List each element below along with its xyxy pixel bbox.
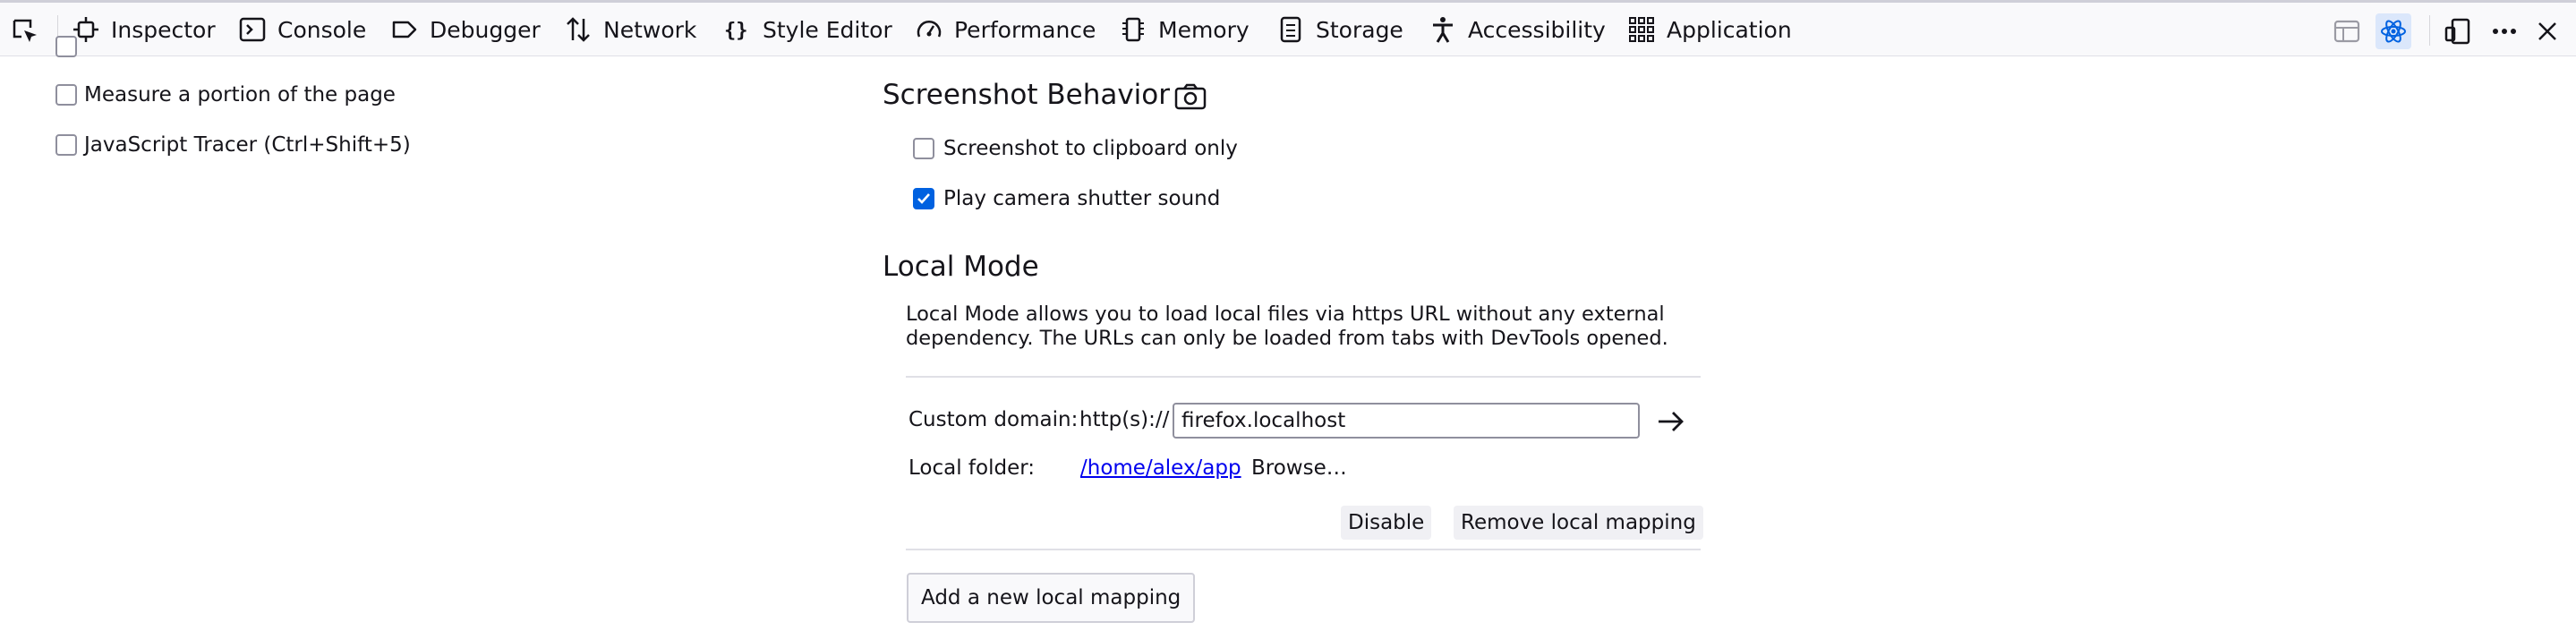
checkmark-icon <box>917 193 930 204</box>
tab-performance[interactable]: Performance <box>915 3 1096 56</box>
tab-memory[interactable]: Memory <box>1119 3 1250 56</box>
tab-label: Memory <box>1158 16 1250 43</box>
tab-network[interactable]: Network <box>564 3 696 56</box>
more-options-button[interactable] <box>2486 13 2522 49</box>
scroll-mask <box>0 57 806 58</box>
local-folder-label: Local folder: <box>908 456 1036 480</box>
measure-label: Measure a portion of the page <box>84 83 396 106</box>
storage-icon <box>1280 16 1301 43</box>
devtools-toolbar: Inspector Console Debugger Network {} St… <box>0 3 2576 56</box>
tab-label: Performance <box>954 16 1096 43</box>
split-console-icon <box>2333 20 2360 43</box>
js-tracer-checkbox[interactable] <box>55 134 77 156</box>
tab-style-editor[interactable]: {} Style Editor <box>723 3 892 56</box>
remove-local-mapping-button[interactable]: Remove local mapping <box>1454 506 1703 540</box>
tab-label: Style Editor <box>763 16 892 43</box>
close-icon <box>2538 22 2556 40</box>
tab-storage[interactable]: Storage <box>1276 3 1403 56</box>
style-editor-icon: {} <box>724 20 748 42</box>
clipboard-only-label: Screenshot to clipboard only <box>943 137 1238 160</box>
arrow-right-icon[interactable] <box>1656 408 1686 435</box>
scheme-prefix: http(s):// <box>1079 408 1170 431</box>
tab-label: Debugger <box>430 16 541 43</box>
more-options-icon <box>2493 29 2516 34</box>
network-icon <box>567 17 590 42</box>
element-picker-icon <box>13 19 37 42</box>
responsive-design-icon <box>2444 18 2470 45</box>
custom-domain-input[interactable]: firefox.localhost <box>1173 403 1640 439</box>
memory-icon <box>1122 17 1144 42</box>
accessibility-icon <box>1433 17 1453 43</box>
browse-button[interactable]: Browse… <box>1244 451 1354 485</box>
close-devtools-button[interactable] <box>2529 13 2565 49</box>
shutter-sound-label: Play camera shutter sound <box>943 187 1221 210</box>
tab-accessibility[interactable]: Accessibility <box>1429 3 1606 56</box>
tab-label: Console <box>277 16 367 43</box>
tab-console[interactable]: Console <box>238 3 366 56</box>
responsive-design-button[interactable] <box>2440 13 2476 49</box>
measure-checkbox[interactable] <box>55 84 77 106</box>
custom-domain-label: Custom domain: <box>908 408 1079 431</box>
screenshot-heading: Screenshot Behavior <box>883 79 1171 111</box>
cut-off-checkbox[interactable] <box>55 36 77 57</box>
local-mode-description: Local Mode allows you to load local file… <box>906 302 1668 350</box>
tab-debugger[interactable]: Debugger <box>390 3 541 56</box>
tab-label: Application <box>1667 16 1792 43</box>
tab-label: Inspector <box>111 16 216 43</box>
react-atom-icon <box>2381 20 2406 43</box>
folder-path-link[interactable]: /home/alex/app <box>1080 456 1241 481</box>
tab-inspector[interactable]: Inspector <box>72 3 216 56</box>
tab-label: Accessibility <box>1468 16 1606 43</box>
disable-button[interactable]: Disable <box>1341 506 1432 540</box>
divider <box>906 549 1701 550</box>
debugger-icon <box>392 21 417 38</box>
tab-label: Storage <box>1316 16 1403 43</box>
shutter-sound-checkbox[interactable] <box>913 188 934 209</box>
tab-label: Network <box>603 16 697 43</box>
camera-icon <box>1174 83 1207 110</box>
element-picker-button[interactable] <box>7 13 43 49</box>
tab-application[interactable]: Application <box>1627 3 1792 56</box>
split-console-button[interactable] <box>2329 13 2365 49</box>
application-icon <box>1629 17 1654 42</box>
add-local-mapping-button[interactable]: Add a new local mapping <box>907 573 1196 623</box>
local-mode-heading: Local Mode <box>883 251 1039 283</box>
console-icon <box>239 17 266 42</box>
react-devtools-button[interactable] <box>2376 13 2411 49</box>
js-tracer-label: JavaScript Tracer (Ctrl+Shift+5) <box>84 133 411 157</box>
divider <box>906 376 1701 378</box>
performance-icon <box>917 21 942 38</box>
svg-text:{}: {} <box>724 20 748 42</box>
clipboard-only-checkbox[interactable] <box>913 138 934 159</box>
toolbar-separator <box>2429 15 2430 46</box>
